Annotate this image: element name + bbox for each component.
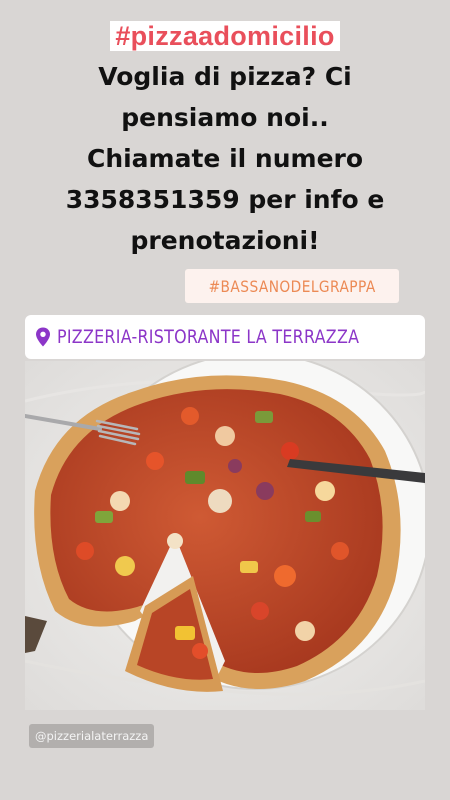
hashtag-text: #BASSANODELGRAPPA <box>208 276 376 296</box>
hashtag-text: #pizzaadomicilio <box>110 21 340 51</box>
headline-line: Chiamate il numero <box>86 144 364 173</box>
headline-line: pensiamo noi.. <box>121 103 329 132</box>
location-label: PIZZERIA-RISTORANTE LA TERRAZZA <box>57 326 360 348</box>
location-sticker[interactable]: PIZZERIA-RISTORANTE LA TERRAZZA <box>25 315 425 359</box>
headline-line: 3358351359 per info e <box>65 185 385 214</box>
location-pin-icon <box>36 327 50 347</box>
pizza-photo <box>25 361 425 710</box>
headline-line: Voglia di pizza? Ci <box>98 62 352 91</box>
story-headline: Voglia di pizza? Ci pensiamo noi.. Chiam… <box>10 56 440 261</box>
username-mention[interactable]: @pizzerialaterrazza <box>29 724 155 748</box>
hashtag-sticker-pizzaadomicilio[interactable]: #pizzaadomicilio <box>0 20 450 52</box>
hashtag-sticker-bassanodelgrappa[interactable]: #BASSANODELGRAPPA <box>185 269 399 303</box>
headline-line: prenotazioni! <box>130 226 320 255</box>
